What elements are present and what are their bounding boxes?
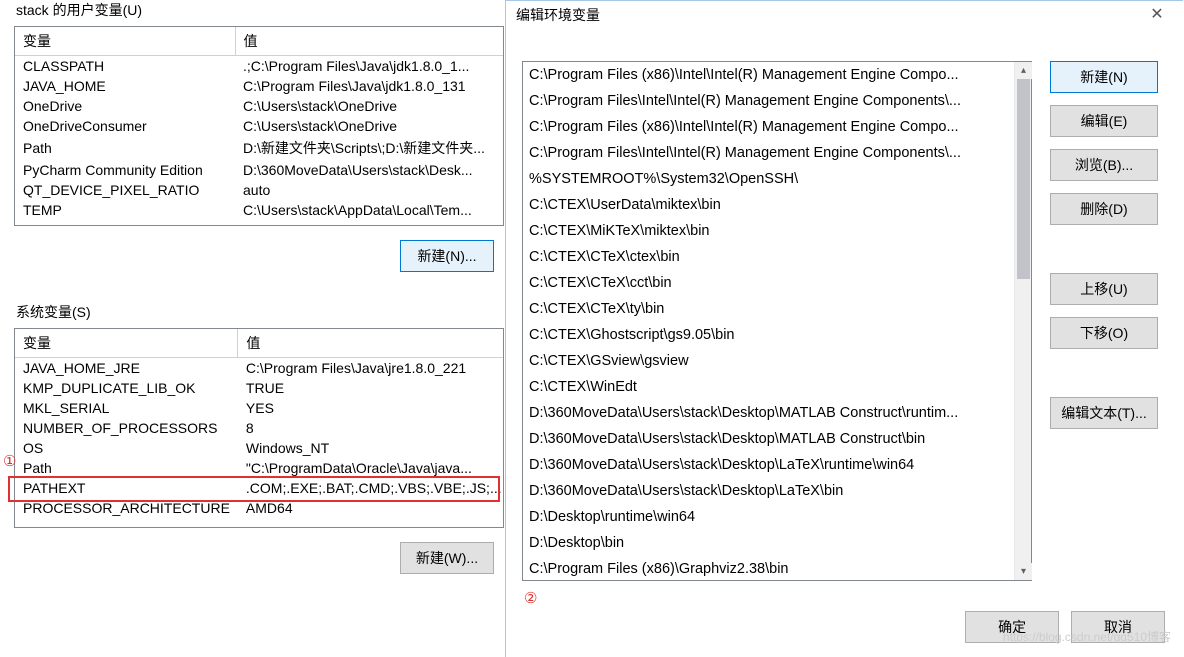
table-row[interactable]: PROCESSOR_ARCHITECTUREAMD64	[15, 498, 504, 518]
var-value: D:\360MoveData\Users\stack\Desk...	[235, 160, 503, 180]
var-name: JAVA_HOME_JRE	[15, 358, 238, 379]
var-name: OneDriveConsumer	[15, 116, 235, 136]
annotation-1: ①	[3, 452, 16, 470]
move-down-button[interactable]: 下移(O)	[1050, 317, 1158, 349]
list-item[interactable]: C:\CTEX\GSview\gsview	[523, 348, 1013, 374]
var-value: C:\Program Files\Java\jre1.8.0_221	[238, 358, 504, 379]
list-item[interactable]: D:\Desktop\runtime\win64	[523, 504, 1013, 530]
var-value: C:\Users\stack\OneDrive	[235, 116, 503, 136]
edit-env-var-dialog: 编辑环境变量 ✕ C:\Program Files (x86)\Intel\In…	[505, 0, 1183, 657]
list-item[interactable]: C:\Program Files\Intel\Intel(R) Manageme…	[523, 88, 1013, 114]
table-row[interactable]: PathD:\新建文件夹\Scripts\;D:\新建文件夹...	[15, 136, 503, 160]
table-row[interactable]: QT_DEVICE_PIXEL_RATIOauto	[15, 180, 503, 200]
list-item[interactable]: D:\360MoveData\Users\stack\Desktop\MATLA…	[523, 400, 1013, 426]
move-up-button[interactable]: 上移(U)	[1050, 273, 1158, 305]
var-value: AMD64	[238, 498, 504, 518]
var-name: OneDrive	[15, 96, 235, 116]
list-item[interactable]: D:\360MoveData\Users\stack\Desktop\LaTeX…	[523, 478, 1013, 504]
var-name: Path	[15, 136, 235, 160]
table-row[interactable]: NUMBER_OF_PROCESSORS8	[15, 418, 504, 438]
var-name: KMP_DUPLICATE_LIB_OK	[15, 378, 238, 398]
var-value: D:\新建文件夹\Scripts\;D:\新建文件夹...	[235, 136, 503, 160]
table-row[interactable]: PyCharm Community EditionD:\360MoveData\…	[15, 160, 503, 180]
var-value: .;C:\Program Files\Java\jdk1.8.0_1...	[235, 56, 503, 77]
list-item[interactable]: D:\360MoveData\Users\stack\Desktop\LaTeX…	[523, 452, 1013, 478]
watermark: https://blog.csdn.net/qq510博客	[1003, 628, 1171, 645]
table-row[interactable]: PATHEXT.COM;.EXE;.BAT;.CMD;.VBS;.VBE;.JS…	[15, 478, 504, 498]
new-button[interactable]: 新建(N)	[1050, 61, 1158, 93]
browse-button[interactable]: 浏览(B)...	[1050, 149, 1158, 181]
env-vars-window: stack 的用户变量(U) 变量 值 CLASSPATH.;C:\Progra…	[0, 0, 510, 657]
user-col-val[interactable]: 值	[235, 27, 503, 56]
table-row[interactable]: CLASSPATH.;C:\Program Files\Java\jdk1.8.…	[15, 56, 503, 77]
table-row[interactable]: Path"C:\ProgramData\Oracle\Java\java...	[15, 458, 504, 478]
var-value: auto	[235, 180, 503, 200]
user-col-var[interactable]: 变量	[15, 27, 235, 56]
user-vars-title: stack 的用户变量(U)	[16, 0, 500, 20]
var-name: OS	[15, 438, 238, 458]
list-item[interactable]: C:\CTEX\WinEdt	[523, 374, 1013, 400]
var-value: C:\Users\stack\AppData\Local\Tem...	[235, 200, 503, 220]
close-icon[interactable]: ✕	[1137, 1, 1177, 23]
var-name: PATHEXT	[15, 478, 238, 498]
var-name: PyCharm Community Edition	[15, 160, 235, 180]
sys-col-val[interactable]: 值	[238, 329, 504, 358]
var-name: Path	[15, 458, 238, 478]
scroll-down-icon[interactable]: ▾	[1015, 563, 1032, 580]
list-item[interactable]: D:\360MoveData\Users\stack\Desktop\MATLA…	[523, 426, 1013, 452]
var-value: YES	[238, 398, 504, 418]
sys-col-var[interactable]: 变量	[15, 329, 238, 358]
list-item[interactable]: C:\CTEX\CTeX\ty\bin	[523, 296, 1013, 322]
var-name: JAVA_HOME	[15, 76, 235, 96]
list-item[interactable]: C:\Program Files (x86)\Intel\Intel(R) Ma…	[523, 114, 1013, 140]
list-item[interactable]: C:\Program Files (x86)\Intel\Intel(R) Ma…	[523, 62, 1013, 88]
scroll-up-icon[interactable]: ▴	[1015, 62, 1032, 79]
list-item[interactable]: C:\CTEX\CTeX\cct\bin	[523, 270, 1013, 296]
sys-vars-table[interactable]: 变量 值 JAVA_HOME_JREC:\Program Files\Java\…	[14, 328, 504, 528]
var-value: Windows_NT	[238, 438, 504, 458]
var-name: MKL_SERIAL	[15, 398, 238, 418]
table-row[interactable]: MKL_SERIALYES	[15, 398, 504, 418]
table-row[interactable]: OneDriveConsumerC:\Users\stack\OneDrive	[15, 116, 503, 136]
var-value: 8	[238, 418, 504, 438]
var-value: .COM;.EXE;.BAT;.CMD;.VBS;.VBE;.JS;...	[238, 478, 504, 498]
list-item[interactable]: C:\CTEX\CTeX\ctex\bin	[523, 244, 1013, 270]
new-sys-var-button[interactable]: 新建(W)...	[400, 542, 494, 574]
list-item[interactable]: C:\CTEX\MiKTeX\miktex\bin	[523, 218, 1013, 244]
var-value: C:\Users\stack\OneDrive	[235, 96, 503, 116]
sys-vars-title: 系统变量(S)	[16, 302, 500, 322]
var-name: QT_DEVICE_PIXEL_RATIO	[15, 180, 235, 200]
list-item[interactable]: C:\Program Files (x86)\Graphviz2.38\bin	[523, 556, 1013, 580]
table-row[interactable]: OSWindows_NT	[15, 438, 504, 458]
var-value: TRUE	[238, 378, 504, 398]
table-row[interactable]: JAVA_HOME_JREC:\Program Files\Java\jre1.…	[15, 358, 504, 379]
var-name: TEMP	[15, 200, 235, 220]
list-item[interactable]: %SYSTEMROOT%\System32\OpenSSH\	[523, 166, 1013, 192]
dialog-title-bar[interactable]: 编辑环境变量 ✕	[506, 1, 1183, 29]
list-item[interactable]: C:\CTEX\UserData\miktex\bin	[523, 192, 1013, 218]
edit-text-button[interactable]: 编辑文本(T)...	[1050, 397, 1158, 429]
table-row[interactable]: JAVA_HOMEC:\Program Files\Java\jdk1.8.0_…	[15, 76, 503, 96]
list-item[interactable]: C:\Program Files\Intel\Intel(R) Manageme…	[523, 140, 1013, 166]
table-row[interactable]: OneDriveC:\Users\stack\OneDrive	[15, 96, 503, 116]
annotation-2: ②	[524, 589, 537, 607]
scrollbar[interactable]: ▴ ▾	[1014, 62, 1031, 580]
dialog-title-text: 编辑环境变量	[516, 7, 600, 23]
var-name: NUMBER_OF_PROCESSORS	[15, 418, 238, 438]
user-vars-table[interactable]: 变量 值 CLASSPATH.;C:\Program Files\Java\jd…	[14, 26, 504, 226]
var-name: PROCESSOR_ARCHITECTURE	[15, 498, 238, 518]
path-entries-listbox[interactable]: C:\Program Files (x86)\Intel\Intel(R) Ma…	[522, 61, 1032, 581]
scroll-thumb[interactable]	[1017, 79, 1030, 279]
var-name: CLASSPATH	[15, 56, 235, 77]
table-row[interactable]: TEMPC:\Users\stack\AppData\Local\Tem...	[15, 200, 503, 220]
delete-button[interactable]: 删除(D)	[1050, 193, 1158, 225]
list-item[interactable]: C:\CTEX\Ghostscript\gs9.05\bin	[523, 322, 1013, 348]
var-value: "C:\ProgramData\Oracle\Java\java...	[238, 458, 504, 478]
edit-button[interactable]: 编辑(E)	[1050, 105, 1158, 137]
new-user-var-button[interactable]: 新建(N)...	[400, 240, 494, 272]
var-value: C:\Program Files\Java\jdk1.8.0_131	[235, 76, 503, 96]
list-item[interactable]: D:\Desktop\bin	[523, 530, 1013, 556]
table-row[interactable]: KMP_DUPLICATE_LIB_OKTRUE	[15, 378, 504, 398]
